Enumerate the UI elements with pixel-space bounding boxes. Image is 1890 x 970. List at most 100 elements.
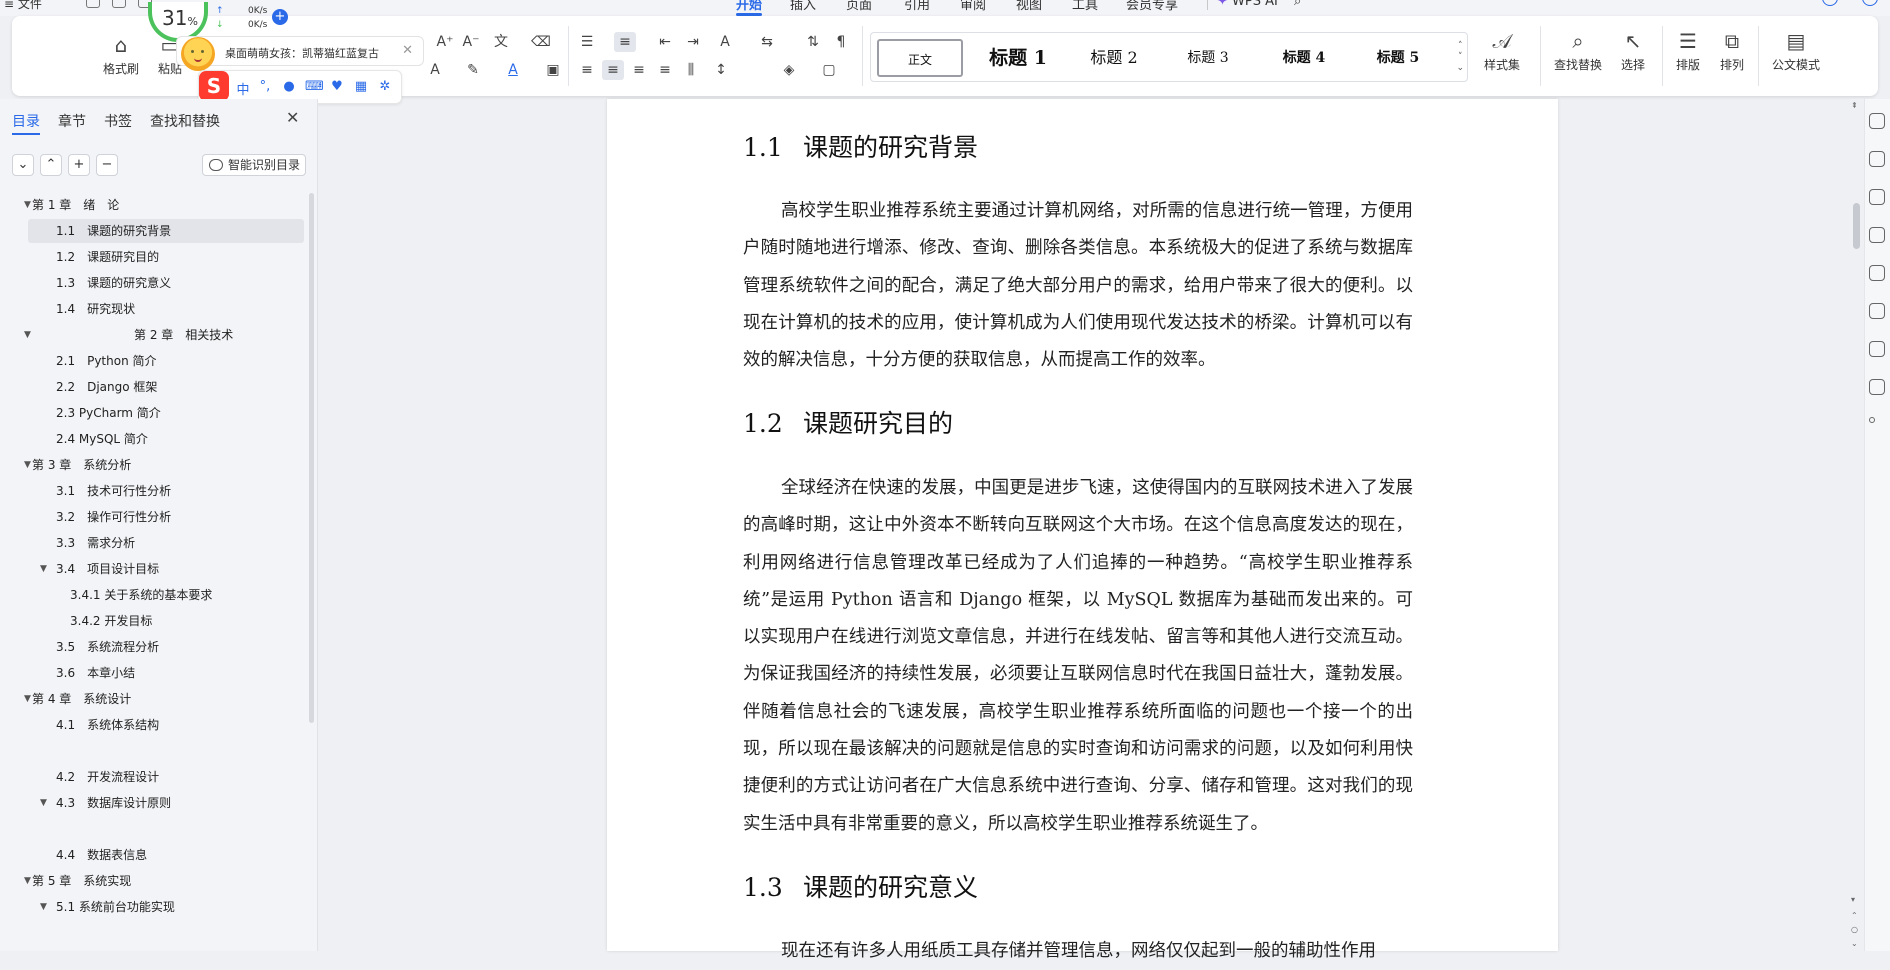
ime-logo-icon[interactable]: S (199, 71, 229, 101)
decrease-indent-icon[interactable]: ⇤ (654, 32, 676, 52)
chinese-layout-icon[interactable]: A (714, 32, 736, 52)
toc-item-level-1[interactable]: ▼ 4.3 数据库设计原则 (14, 791, 304, 815)
filter-icon[interactable] (1869, 189, 1885, 205)
add-heading-button[interactable]: + (68, 154, 90, 176)
skin-icon[interactable]: ♥ (329, 79, 345, 94)
settings-icon[interactable]: ✲ (377, 79, 393, 94)
toc-item-level-2[interactable]: 3.4.2 开发目标 (14, 609, 304, 633)
toc-item-level-1[interactable]: ▼ 3.4 项目设计目标 (14, 557, 304, 581)
add-icon[interactable]: + (272, 9, 288, 25)
select-browse-icon[interactable]: ○ (1851, 925, 1858, 934)
toc-item-level-0[interactable]: ▼ 第 4 章 系统设计 (14, 687, 304, 711)
next-page-icon[interactable]: ⌄ (1851, 939, 1858, 948)
more-icon[interactable] (1869, 417, 1875, 423)
keyboard-icon[interactable]: ⌨ (305, 79, 324, 94)
wallpaper-notification[interactable]: 桌面萌萌女孩：凯蒂猫红蓝复古 ✕ (176, 36, 424, 71)
expand-triangle-icon[interactable]: ▼ (24, 453, 31, 477)
toolbox-icon[interactable]: ▦ (353, 79, 369, 94)
tab-bookmarks[interactable]: 书签 (104, 111, 132, 131)
tab-toc[interactable]: 目录 (12, 111, 40, 135)
close-icon[interactable]: ✕ (286, 108, 299, 127)
style-heading-2[interactable]: 标题 2 (1067, 39, 1161, 77)
toc-item-level-0[interactable]: ▼ 第 1 章 绪 论 (14, 193, 304, 217)
char-shading-icon[interactable]: ▣ (542, 60, 564, 80)
justify-icon[interactable]: ≡ (654, 60, 676, 80)
toc-item-level-1[interactable]: 3.2 操作可行性分析 (14, 505, 304, 529)
clear-format-icon[interactable]: ⌫ (530, 32, 552, 52)
show-marks-icon[interactable]: ¶ (830, 32, 852, 52)
style-heading-4[interactable]: 标题 4 (1257, 39, 1351, 77)
text-direction-icon[interactable]: ⇆ (756, 32, 778, 52)
tab-chapters[interactable]: 章节 (58, 111, 86, 131)
bag-icon[interactable] (1869, 341, 1885, 357)
tab-member[interactable]: 会员专享 (1126, 0, 1178, 13)
toc-item-level-0[interactable]: ▼ 第 3 章 系统分析 (14, 453, 304, 477)
shrink-font-icon[interactable]: A⁻ (460, 32, 482, 52)
expand-triangle-icon[interactable]: ▼ (24, 687, 31, 711)
toc-item-level-1[interactable]: 2.1 Python 简介 (14, 349, 304, 373)
grow-font-icon[interactable]: A⁺ (434, 32, 456, 52)
remove-heading-button[interactable]: − (96, 154, 118, 176)
distribute-icon[interactable]: ⫼ (680, 60, 702, 80)
wps-ai-button[interactable]: ✦ WPS AI (1217, 0, 1278, 9)
find-replace-button[interactable]: ⌕ 查找替换 (1548, 30, 1608, 73)
ime-mode-toggle[interactable]: 中 (235, 79, 251, 98)
expand-triangle-icon[interactable]: ▼ (24, 323, 31, 347)
select-button[interactable]: ↖ 选择 (1612, 30, 1654, 73)
arrange-button[interactable]: ⧉ 排列 (1712, 30, 1752, 73)
toc-item-level-0[interactable]: ▼ 第 2 章 相关技术 (14, 323, 304, 347)
document-scrollbar[interactable]: ⇞ ▾ ⌃ ○ ⌄ (1850, 99, 1864, 951)
expand-triangle-icon[interactable]: ▼ (40, 791, 47, 815)
edit-icon[interactable] (1869, 151, 1885, 167)
expand-triangle-icon[interactable]: ▼ (40, 557, 47, 581)
numbered-list-icon[interactable]: ≡ (614, 32, 636, 52)
collapse-all-button[interactable]: ⌄ (12, 154, 34, 176)
tab-tools[interactable]: 工具 (1072, 0, 1098, 13)
nav-scrollbar[interactable] (309, 193, 314, 723)
toc-item-level-1[interactable]: 4.1 系统体系结构 (14, 713, 304, 737)
toc-item-level-1[interactable]: 1.4 研究现状 (14, 297, 304, 321)
toc-item-level-1[interactable]: 2.3 PyCharm 简介 (14, 401, 304, 425)
font-color-icon[interactable]: A (502, 60, 524, 80)
toc-item-level-1[interactable]: 1.2 课题研究目的 (14, 245, 304, 269)
format-painter-button[interactable]: ⌂ 格式刷 (98, 34, 144, 77)
toc-item-level-1[interactable]: 3.5 系统流程分析 (14, 635, 304, 659)
tab-insert[interactable]: 插入 (790, 0, 816, 13)
cloud-upload-icon[interactable] (1822, 0, 1838, 6)
document-page[interactable]: 1.1 课题的研究背景 高校学生职业推荐系统主要通过计算机网络，对所需的信息进行统… (607, 99, 1558, 961)
highlight-icon[interactable]: ✎ (462, 60, 484, 80)
file-menu[interactable]: ≡ 文件 (4, 0, 42, 12)
tab-review[interactable]: 审阅 (960, 0, 986, 13)
close-icon[interactable]: ✕ (402, 43, 413, 58)
toc-item-level-1[interactable]: 3.6 本章小结 (14, 661, 304, 685)
toc-item-level-1[interactable]: 2.4 MySQL 简介 (14, 427, 304, 451)
scroll-down-icon[interactable]: ▾ (1851, 895, 1855, 904)
shading-icon[interactable]: ◈ (778, 60, 800, 80)
toc-item-level-1[interactable]: 1.3 课题的研究意义 (14, 271, 304, 295)
scroll-thumb[interactable] (1853, 203, 1860, 249)
toc-item-level-1[interactable]: 3.1 技术可行性分析 (14, 479, 304, 503)
line-spacing-icon[interactable]: ↕ (710, 60, 732, 80)
toc-item-level-0[interactable]: ▼ 第 5 章 系统实现 (14, 869, 304, 893)
style-heading-1[interactable]: 标题 1 (971, 39, 1065, 77)
toc-item-level-1[interactable]: 3.3 需求分析 (14, 531, 304, 555)
toc-item-level-2[interactable]: 3.4.1 关于系统的基本要求 (14, 583, 304, 607)
tab-page[interactable]: 页面 (846, 0, 872, 13)
phonetic-icon[interactable]: 文 (490, 32, 512, 52)
align-right-icon[interactable]: ≡ (628, 60, 650, 80)
clock-icon[interactable] (1869, 379, 1885, 395)
microphone-icon[interactable]: ● (281, 79, 297, 94)
toc-item-level-1[interactable]: 4.2 开发流程设计 (14, 765, 304, 789)
style-normal[interactable]: 正文 (877, 39, 963, 77)
scroll-top-icon[interactable]: ⇞ (1851, 101, 1858, 110)
punctuation-icon[interactable]: °, (257, 79, 273, 94)
border-icon[interactable]: ▢ (818, 60, 840, 80)
toc-item-level-1[interactable]: 2.2 Django 框架 (14, 375, 304, 399)
collapse-rail-icon[interactable] (1869, 113, 1885, 129)
link-icon[interactable] (1869, 303, 1885, 319)
toc-item-level-1[interactable]: ▼ 5.1 系统前台功能实现 (14, 895, 304, 919)
bullet-list-icon[interactable]: ☰ (576, 32, 598, 52)
tab-view[interactable]: 视图 (1016, 0, 1042, 13)
style-set-button[interactable]: 𝒜 样式集 (1476, 30, 1528, 73)
sort-icon[interactable]: ⇅ (802, 32, 824, 52)
